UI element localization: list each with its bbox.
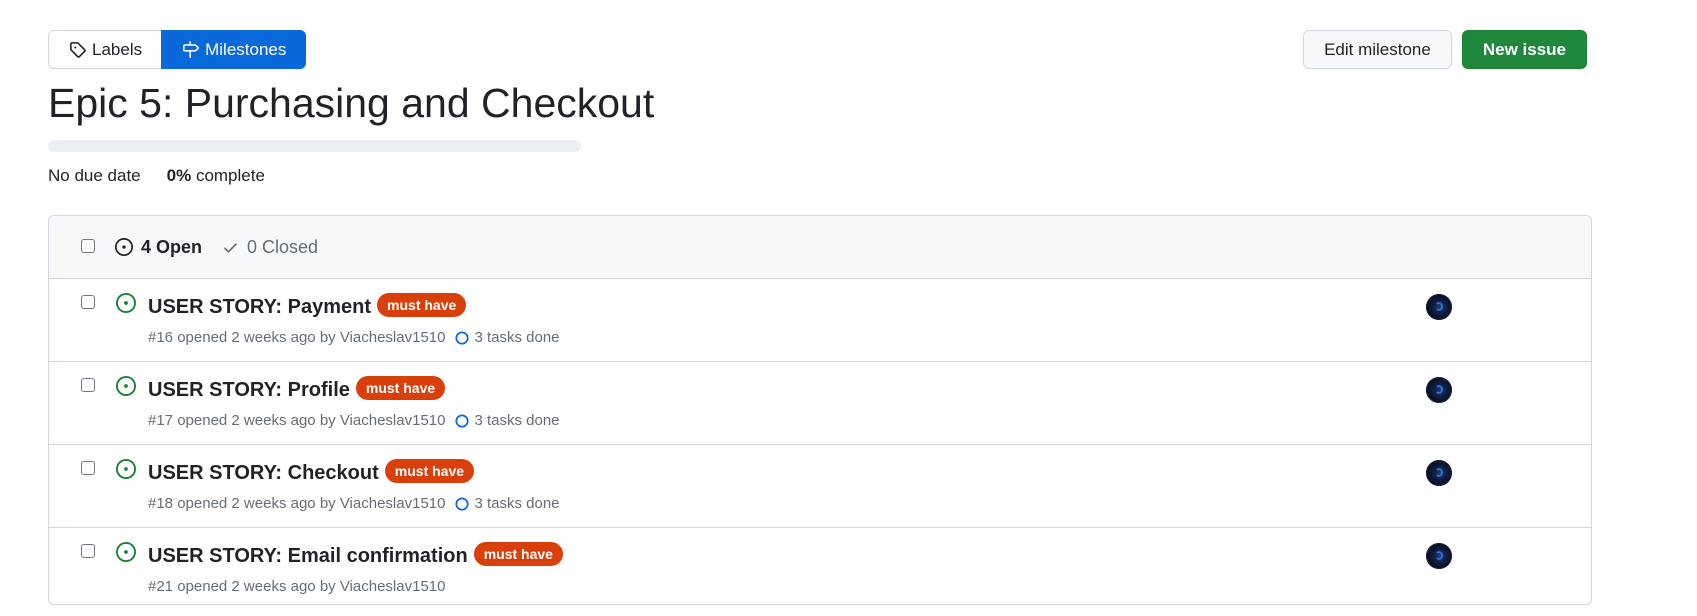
issue-row: USER STORY: Payment must have #16 opened … [49,279,1591,362]
milestone-meta: No due date 0% complete [48,166,265,186]
labels-tab[interactable]: Labels [48,30,162,69]
task-progress-icon [455,330,470,345]
issue-label[interactable]: must have [473,542,563,566]
issue-number: #21 [148,578,174,595]
issue-open-icon [116,376,136,396]
issue-opened-text: opened 2 weeks ago by [177,329,336,346]
issue-opened-line: #21 opened 2 weeks ago by Viacheslav1510 [148,578,445,595]
issue-state-filters: 4 Open 0 Closed [115,216,318,278]
issue-tasks: 3 tasks done [455,495,560,512]
milestone-page: Labels Milestones Edit milestone New iss… [0,0,1697,616]
issue-number: #17 [148,412,174,429]
completion-text: complete [191,166,265,185]
completion: 0% complete [167,166,265,186]
assignee-avatar[interactable] [1426,460,1452,486]
due-date: No due date [48,166,141,185]
issue-list: USER STORY: Payment must have #16 opened … [49,279,1591,604]
labels-milestones-nav: Labels Milestones [48,30,307,69]
issue-title-link[interactable]: USER STORY: Profile [148,379,350,401]
new-issue-button[interactable]: New issue [1461,30,1587,69]
issue-checkbox[interactable] [81,461,95,475]
issues-header: 4 Open 0 Closed [49,216,1591,279]
check-icon [224,242,237,253]
issue-open-icon [116,542,136,562]
issue-label[interactable]: must have [384,459,475,483]
issue-open-icon [116,459,136,479]
issue-author-link[interactable]: Viacheslav1510 [340,495,446,512]
open-issues-label: 4 Open [141,236,203,257]
issue-title-link[interactable]: USER STORY: Checkout [148,462,379,484]
issues-box: 4 Open 0 Closed USER STORY: Payment must … [48,215,1592,605]
issue-opened-line: #18 opened 2 weeks ago by Viacheslav1510 [148,495,445,512]
issue-author-link[interactable]: Viacheslav1510 [340,329,446,346]
issue-row: USER STORY: Checkout must have #18 opened… [49,445,1591,528]
milestone-actions: Edit milestone New issue [1303,30,1587,69]
issue-author-link[interactable]: Viacheslav1510 [340,578,446,595]
issue-tasks-label: 3 tasks done [474,495,560,512]
labels-tab-label: Labels [92,39,143,59]
tag-icon [70,42,86,58]
issue-meta: #18 opened 2 weeks ago by Viacheslav1510… [148,495,560,512]
issue-row: USER STORY: Profile must have #17 opened … [49,362,1591,445]
issue-tasks: 3 tasks done [455,329,560,346]
issue-label[interactable]: must have [377,293,467,317]
issue-checkbox[interactable] [81,295,95,309]
milestone-progress-bar [48,140,581,152]
assignee-avatar[interactable] [1426,543,1452,569]
task-progress-icon [455,496,470,511]
milestone-icon [183,41,200,58]
milestones-tab-label: Milestones [205,39,287,59]
issue-opened-text: opened 2 weeks ago by [177,578,336,595]
completion-percent: 0% [166,166,192,185]
issue-number: #16 [148,329,174,346]
issue-tasks: 3 tasks done [455,412,560,429]
edit-milestone-button[interactable]: Edit milestone [1303,30,1452,69]
closed-issues-filter[interactable]: 0 Closed [222,237,318,258]
milestones-tab[interactable]: Milestones [161,30,307,69]
task-progress-icon [455,413,470,428]
issue-label[interactable]: must have [355,376,446,400]
issue-author-link[interactable]: Viacheslav1510 [340,412,446,429]
milestone-title: Epic 5: Purchasing and Checkout [48,80,655,126]
issue-opened-line: #17 opened 2 weeks ago by Viacheslav1510 [148,412,445,429]
issue-open-icon [116,293,136,313]
issue-tasks-label: 3 tasks done [474,412,560,429]
open-issues-filter[interactable]: 4 Open [115,237,202,258]
issue-tasks-label: 3 tasks done [474,329,560,346]
issue-meta: #16 opened 2 weeks ago by Viacheslav1510… [148,329,560,346]
assignee-avatar[interactable] [1426,294,1452,320]
issue-row: USER STORY: Email confirmation must have … [49,528,1591,604]
issue-title-link[interactable]: USER STORY: Payment [148,296,371,318]
issue-checkbox[interactable] [81,378,95,392]
issue-meta: #21 opened 2 weeks ago by Viacheslav1510 [148,578,445,595]
closed-issues-label: 0 Closed [247,236,319,257]
select-all-checkbox[interactable] [81,239,95,253]
issue-opened-text: opened 2 weeks ago by [177,412,336,429]
issue-open-icon [115,238,133,256]
issue-title-link[interactable]: USER STORY: Email confirmation [148,545,468,567]
issue-opened-line: #16 opened 2 weeks ago by Viacheslav1510 [148,329,445,346]
issue-meta: #17 opened 2 weeks ago by Viacheslav1510… [148,412,560,429]
issue-number: #18 [148,495,174,512]
assignee-avatar[interactable] [1426,377,1452,403]
issue-checkbox[interactable] [81,544,95,558]
issue-opened-text: opened 2 weeks ago by [177,495,336,512]
